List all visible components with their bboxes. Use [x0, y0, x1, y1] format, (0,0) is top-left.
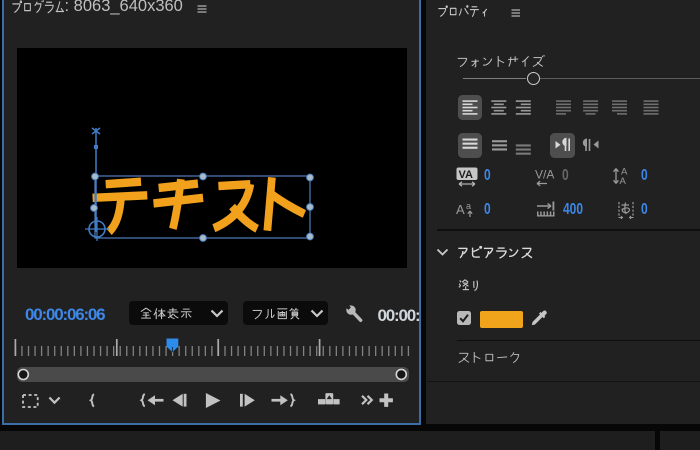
svg-text:a: a [466, 201, 471, 211]
svg-text:A: A [456, 202, 465, 217]
